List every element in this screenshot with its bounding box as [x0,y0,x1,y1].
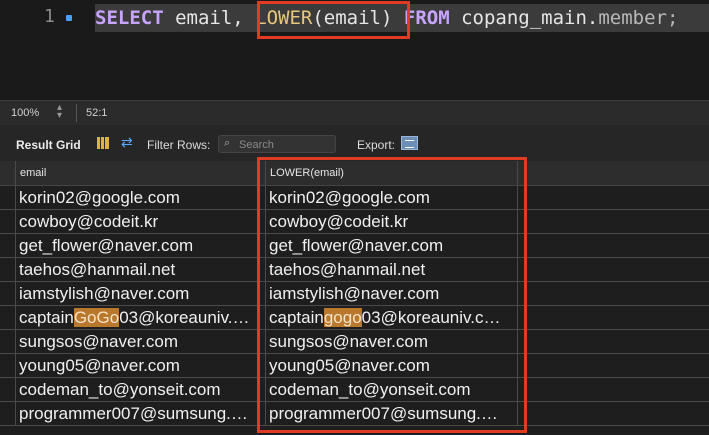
code-token: SELECT [95,7,164,29]
row-header[interactable] [0,330,16,353]
cell-lower-email[interactable]: taehos@hanmail.net [266,258,518,281]
row-header[interactable] [0,210,16,233]
cell-email[interactable]: sungsos@naver.com [16,330,266,353]
row-header[interactable] [0,378,16,401]
row-header[interactable] [0,258,16,281]
column-header-email[interactable]: email [16,161,266,185]
cell-email[interactable]: iamstylish@naver.com [16,282,266,305]
table-row[interactable]: programmer007@sumsung.… programmer007@sum… [0,402,709,426]
table-row[interactable]: iamstylish@naver.com iamstylish@naver.com [0,282,709,306]
line-number: 1 [44,6,55,27]
cell-email[interactable]: korin02@google.com [16,186,266,209]
zoom-level[interactable]: 100% [11,107,39,119]
table-row[interactable]: cowboy@codeit.kr cowboy@codeit.kr [0,210,709,234]
result-grid[interactable]: email LOWER(email) korin02@google.com kor… [0,161,709,435]
cell-email[interactable]: captainGoGo03@koreauniv.… [16,306,266,329]
row-header[interactable] [0,402,16,425]
grid-header-row: email LOWER(email) [0,161,709,186]
cell-lower-email[interactable]: young05@naver.com [266,354,518,377]
row-header[interactable] [0,306,16,329]
code-token: copang_main. [449,7,599,29]
export-label: Export: [357,138,396,152]
table-row[interactable]: codeman_to@yonseit.com codeman_to@yonseit… [0,378,709,402]
filter-rows-label: Filter Rows: [147,138,211,152]
cursor-position: 52:1 [86,107,108,119]
code-token: email, [163,7,256,29]
result-grid-tab[interactable]: Result Grid [16,138,81,152]
cell-email[interactable]: codeman_to@yonseit.com [16,378,266,401]
table-row[interactable]: young05@naver.com young05@naver.com [0,354,709,378]
column-header-lower-email[interactable]: LOWER(email) [266,161,518,185]
table-row[interactable]: captainGoGo03@koreauniv.… captaingogo03@k… [0,306,709,330]
table-row[interactable]: korin02@google.com korin02@google.com [0,186,709,210]
cell-email[interactable]: programmer007@sumsung.… [16,402,266,425]
annotation-box-function [257,1,410,39]
search-icon: ⌕ [224,137,231,149]
row-header[interactable] [0,282,16,305]
cell-lower-email[interactable]: cowboy@codeit.kr [266,210,518,233]
row-header[interactable] [0,234,16,257]
case-highlight: gogo [323,308,362,327]
table-row[interactable]: get_flower@naver.com get_flower@naver.com [0,234,709,258]
table-row[interactable]: sungsos@naver.com sungsos@naver.com [0,330,709,354]
line-marker-icon [66,15,72,21]
table-row[interactable]: taehos@hanmail.net taehos@hanmail.net [0,258,709,282]
cell-lower-email[interactable]: korin02@google.com [266,186,518,209]
sql-editor[interactable]: 1 SELECT email, LOWER(email) FROM copang… [0,0,709,100]
refresh-icon[interactable]: ⇄ [121,134,133,151]
row-header-corner [0,161,16,185]
cell-lower-email[interactable]: get_flower@naver.com [266,234,518,257]
result-toolbar: Result Grid ⇄ Filter Rows: ⌕ Export: [0,125,709,161]
case-highlight: GoGo [73,308,120,327]
code-token: member; [598,7,679,29]
export-icon[interactable] [401,136,418,150]
cell-email[interactable]: cowboy@codeit.kr [16,210,266,233]
row-header[interactable] [0,354,16,377]
cell-lower-email[interactable]: iamstylish@naver.com [266,282,518,305]
filter-search-input[interactable] [237,137,335,153]
cell-lower-email[interactable]: sungsos@naver.com [266,330,518,353]
cell-email[interactable]: taehos@hanmail.net [16,258,266,281]
zoom-stepper-icon[interactable]: ▴ ▾ [57,103,62,121]
cell-lower-email[interactable]: programmer007@sumsung.… [266,402,518,425]
editor-status-bar: 100% ▴ ▾ 52:1 [0,100,709,126]
cell-lower-email[interactable]: captaingogo03@koreauniv.c… [266,306,518,329]
divider [76,104,77,122]
row-header[interactable] [0,186,16,209]
cell-lower-email[interactable]: codeman_to@yonseit.com [266,378,518,401]
grid-view-icon[interactable] [97,137,109,149]
cell-email[interactable]: get_flower@naver.com [16,234,266,257]
cell-email[interactable]: young05@naver.com [16,354,266,377]
filter-search-box[interactable]: ⌕ [218,135,336,153]
